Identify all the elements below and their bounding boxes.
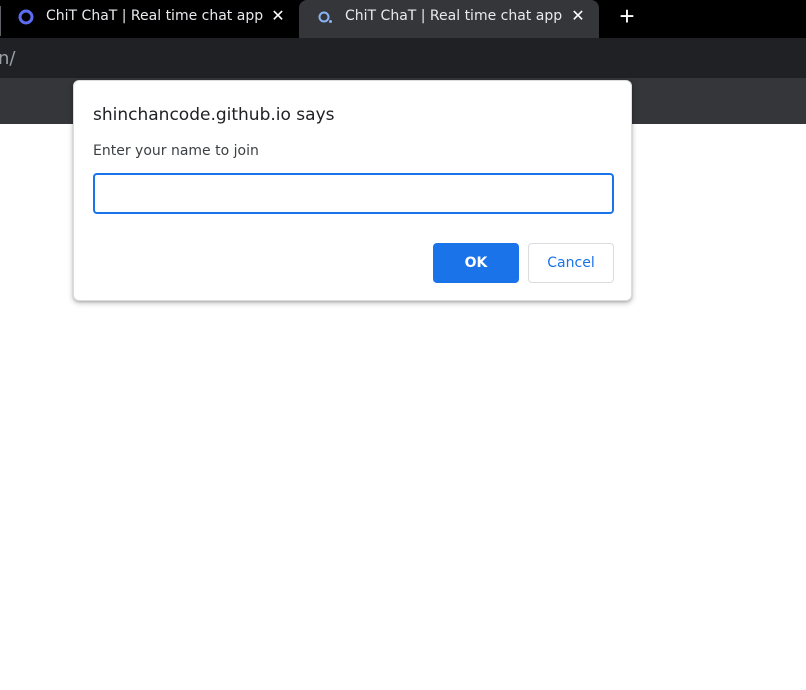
loading-favicon-icon	[318, 11, 332, 23]
close-tab-icon[interactable]: ✕	[269, 8, 287, 26]
name-input[interactable]	[93, 173, 614, 214]
prompt-dialog: shinchancode.github.io says Enter your n…	[73, 80, 632, 301]
ok-button[interactable]: OK	[433, 243, 519, 283]
dialog-message: Enter your name to join	[93, 143, 259, 159]
address-bar[interactable]: n/	[0, 38, 806, 78]
url-text[interactable]: n/	[0, 48, 15, 69]
cancel-button[interactable]: Cancel	[528, 243, 614, 283]
tab-strip: ChiT ChaT | Real time chat app ✕ ChiT Ch…	[0, 0, 806, 38]
new-tab-button[interactable]: +	[616, 3, 638, 29]
dialog-origin: shinchancode.github.io says	[93, 105, 335, 125]
close-tab-icon[interactable]: ✕	[569, 8, 587, 26]
tab-title: ChiT ChaT | Real time chat app	[46, 8, 264, 24]
tab-chit-chat-1[interactable]: ChiT ChaT | Real time chat app ✕	[0, 0, 299, 38]
tab-separator	[0, 6, 1, 36]
tab-chit-chat-2[interactable]: ChiT ChaT | Real time chat app ✕	[299, 0, 599, 38]
app-favicon-icon	[18, 9, 34, 25]
tab-title: ChiT ChaT | Real time chat app	[345, 8, 563, 24]
